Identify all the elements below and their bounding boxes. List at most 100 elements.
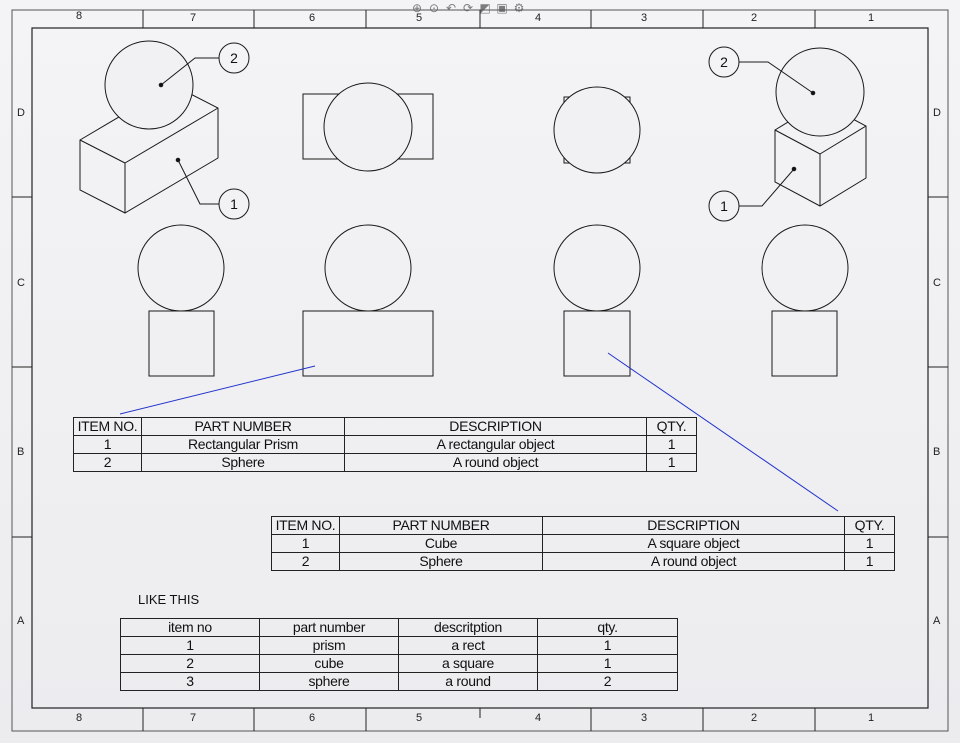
- cell-part-number: Rectangular Prism: [141, 435, 345, 454]
- zone-col-label: 7: [190, 12, 197, 24]
- front-view-prism-sphere[interactable]: [302, 82, 434, 172]
- zone-col-label: 6: [309, 712, 316, 724]
- header-part-number: part number: [259, 618, 399, 637]
- sphere-outline: [775, 47, 865, 137]
- cell-item-no: 1: [73, 435, 142, 454]
- cell-item-no: 2: [120, 654, 260, 673]
- zone-col-label: 6: [309, 12, 316, 24]
- header-item-no: ITEM NO.: [73, 417, 142, 436]
- sphere-circle: [324, 224, 412, 312]
- table-header-row: ITEM NO. PART NUMBER DESCRIPTION QTY.: [73, 417, 697, 436]
- prism-edge: [79, 139, 126, 164]
- header-qty: qty.: [537, 618, 678, 637]
- zone-col-label: 1: [868, 712, 875, 724]
- balloon-number: 2: [720, 54, 728, 70]
- cell-qty: 1: [537, 654, 678, 673]
- cell-part-number: Sphere: [339, 552, 543, 571]
- block-rect: [148, 310, 215, 377]
- zone-col-label: 5: [416, 12, 423, 24]
- cube-rect: [771, 310, 838, 377]
- cell-item-no: 2: [271, 552, 340, 571]
- table-header-row: ITEM NO. PART NUMBER DESCRIPTION QTY.: [271, 516, 895, 535]
- zone-ticks-bottom: [142, 708, 816, 731]
- cell-description: a square: [398, 654, 538, 673]
- header-item-no: item no: [120, 618, 260, 637]
- table-row[interactable]: 3 sphere a round 2: [120, 672, 678, 691]
- cell-qty: 1: [646, 435, 697, 454]
- side-view-2[interactable]: [302, 224, 434, 377]
- leader-dot: [175, 157, 181, 163]
- header-qty: QTY.: [646, 417, 697, 436]
- header-item-no: ITEM NO.: [271, 516, 340, 535]
- zone-col-label: 4: [535, 712, 542, 724]
- balloon-number: 1: [720, 198, 728, 214]
- isometric-prism-view[interactable]: [79, 40, 219, 214]
- zone-col-label: 3: [641, 12, 648, 24]
- table-row[interactable]: 1 Rectangular Prism A rectangular object…: [73, 435, 697, 454]
- sphere-circle: [553, 86, 641, 174]
- bom-table-combined[interactable]: item no part number descritption qty. 1 …: [120, 618, 678, 691]
- zone-ticks-right: [928, 196, 948, 538]
- table-row[interactable]: 2 Sphere A round object 1: [73, 453, 697, 472]
- table-row[interactable]: 2 Sphere A round object 1: [271, 552, 895, 571]
- side-view-4[interactable]: [761, 224, 849, 377]
- header-description: DESCRIPTION: [542, 516, 845, 535]
- cell-description: a round: [398, 672, 538, 691]
- drawing-sheet[interactable]: ⊕ ⊙ ↶ ⟳ ◩ ▣ ⚙ 2 1 2 1 8 7 6 5 4 3 2 1 8 …: [0, 0, 960, 743]
- zone-ticks-left: [12, 196, 32, 538]
- zone-col-label: 8: [76, 712, 83, 724]
- zone-row-label: A: [17, 615, 25, 627]
- zone-row-label: D: [933, 107, 941, 119]
- zone-row-label: D: [17, 107, 25, 119]
- header-description: descritption: [398, 618, 538, 637]
- zone-row-label: C: [933, 277, 941, 289]
- cell-part-number: Sphere: [141, 453, 345, 472]
- zone-col-label: 3: [641, 712, 648, 724]
- table-row[interactable]: 1 prism a rect 1: [120, 636, 678, 655]
- cube-rect: [563, 310, 631, 377]
- cell-description: A square object: [542, 534, 845, 553]
- zone-col-label: 7: [190, 712, 197, 724]
- header-part-number: PART NUMBER: [141, 417, 345, 436]
- cell-description: A round object: [344, 453, 647, 472]
- table-row[interactable]: 2 cube a square 1: [120, 654, 678, 673]
- bom-table-cube[interactable]: ITEM NO. PART NUMBER DESCRIPTION QTY. 1 …: [271, 516, 895, 571]
- cell-qty: 2: [537, 672, 678, 691]
- cell-qty: 1: [646, 453, 697, 472]
- cell-part-number: sphere: [259, 672, 399, 691]
- top-view-cube-sphere[interactable]: [553, 86, 641, 174]
- cell-description: A round object: [542, 552, 845, 571]
- zone-col-label: 2: [751, 12, 758, 24]
- zone-col-label: 4: [535, 12, 542, 24]
- isometric-cube-view[interactable]: [774, 47, 867, 207]
- balloon-number: 2: [230, 50, 238, 66]
- sphere-circle: [553, 224, 641, 312]
- zone-col-label: 8: [76, 10, 83, 22]
- leader-dot: [791, 166, 797, 172]
- cell-description: A rectangular object: [344, 435, 647, 454]
- bom-table-prism[interactable]: ITEM NO. PART NUMBER DESCRIPTION QTY. 1 …: [73, 417, 697, 472]
- leader-dot: [158, 82, 164, 88]
- zone-row-label: C: [17, 277, 25, 289]
- zone-row-label: A: [933, 615, 941, 627]
- cell-part-number: prism: [259, 636, 399, 655]
- cell-part-number: cube: [259, 654, 399, 673]
- leader-dot: [810, 90, 816, 96]
- cell-description: a rect: [398, 636, 538, 655]
- note-label: LIKE THIS: [138, 592, 200, 607]
- side-view-1[interactable]: [137, 224, 225, 377]
- cell-qty: 1: [537, 636, 678, 655]
- side-view-3[interactable]: [553, 224, 641, 377]
- cell-part-number: Cube: [339, 534, 543, 553]
- balloon-number: 1: [230, 196, 238, 212]
- sphere-circle: [761, 224, 849, 312]
- cell-item-no: 2: [73, 453, 142, 472]
- sphere-circle: [323, 82, 413, 172]
- table-header-row: item no part number descritption qty.: [120, 618, 678, 637]
- header-part-number: PART NUMBER: [339, 516, 543, 535]
- table-row[interactable]: 1 Cube A square object 1: [271, 534, 895, 553]
- cell-qty: 1: [844, 552, 895, 571]
- zone-col-label: 5: [416, 712, 423, 724]
- cell-qty: 1: [844, 534, 895, 553]
- zone-row-label: B: [933, 446, 941, 458]
